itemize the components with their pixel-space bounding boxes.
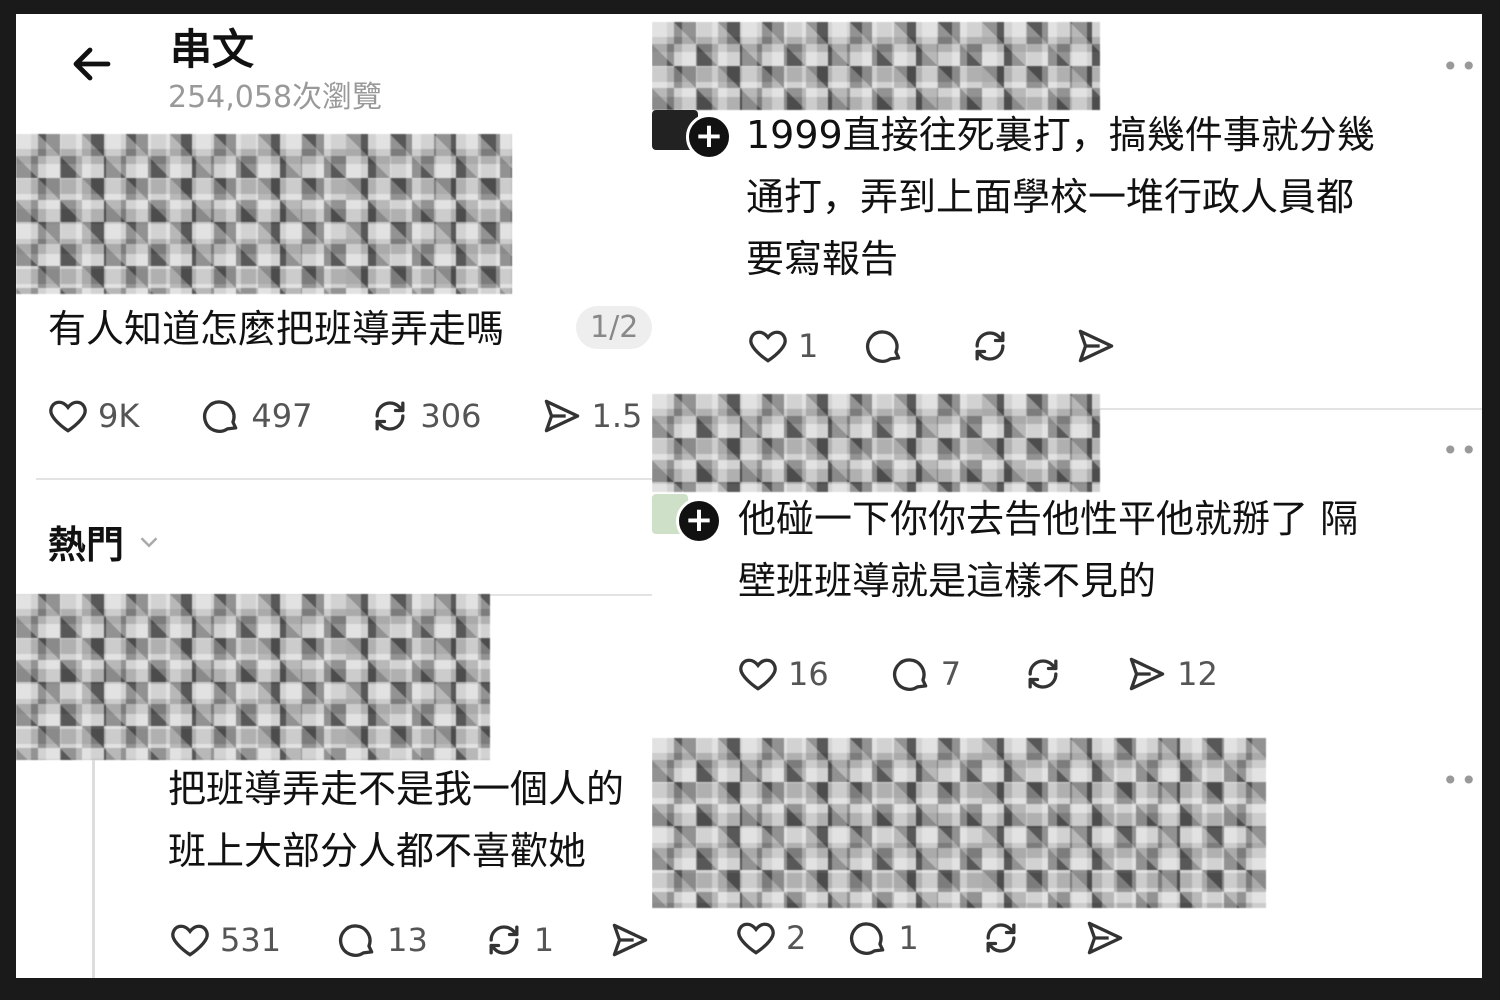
chevron-down-icon <box>140 536 158 548</box>
censored-username <box>652 738 1266 908</box>
comment-button[interactable]: 13 <box>335 918 428 962</box>
repost-icon <box>986 923 1016 953</box>
like-button[interactable]: 16 <box>736 652 829 696</box>
like-count: 16 <box>788 655 829 693</box>
thread-line <box>92 760 95 978</box>
repost-button[interactable] <box>1021 652 1065 696</box>
repost-icon <box>489 925 519 955</box>
view-count: 254,058次瀏覽 <box>168 80 383 115</box>
heart-icon <box>737 922 775 955</box>
like-count: 2 <box>786 919 807 957</box>
like-count: 1 <box>798 327 819 365</box>
share-icon <box>612 923 648 957</box>
heart-icon <box>749 330 787 363</box>
reply-actions: 16 7 12 <box>736 652 1256 696</box>
plus-icon[interactable]: + <box>686 114 732 160</box>
more-icon[interactable]: ••• <box>1442 434 1482 467</box>
share-count: 12 <box>1177 655 1218 693</box>
like-button[interactable]: 531 <box>168 918 281 962</box>
share-button[interactable]: 12 <box>1125 652 1218 696</box>
censored-username <box>652 394 1100 492</box>
post-text: 有人知道怎麼把班導弄走嗎 <box>48 307 505 351</box>
repost-button[interactable]: 1 <box>482 918 554 962</box>
reply-text-line2: 壁班班導就是這樣不見的 <box>738 559 1157 603</box>
plus-icon[interactable]: + <box>676 498 722 544</box>
heart-icon <box>171 924 209 957</box>
right-screenshot-panel: ••• + 1999直接往死裏打，搞幾件事就分幾 通打，弄到上面學校一堆行政人員… <box>652 14 1482 978</box>
more-icon[interactable]: ••• <box>1442 764 1482 797</box>
repost-icon <box>1028 659 1058 689</box>
comment-icon <box>892 658 928 691</box>
share-icon <box>544 399 579 433</box>
left-screenshot-panel: 串文 254,058次瀏覽 有人知道怎麼把班導弄走嗎 1/2 9K 497 30… <box>16 14 654 978</box>
share-icon <box>1129 657 1165 691</box>
like-count: 9K <box>98 397 140 435</box>
heart-icon <box>739 658 777 691</box>
reply-actions: 531 13 1 <box>168 918 654 962</box>
arrow-left-icon <box>73 47 111 81</box>
comment-button[interactable]: 7 <box>889 652 961 696</box>
back-button[interactable] <box>68 40 116 92</box>
like-count: 531 <box>220 921 282 959</box>
sort-label: 熱門 <box>48 523 125 567</box>
reply-text-line1: 把班導弄走不是我一個人的 <box>168 767 625 811</box>
share-icon <box>1079 329 1114 363</box>
censored-username <box>652 22 1100 110</box>
heart-icon <box>49 400 87 433</box>
comment-button[interactable] <box>862 324 906 368</box>
more-icon[interactable]: ••• <box>1442 50 1482 83</box>
sort-dropdown[interactable]: 熱門 <box>48 514 164 569</box>
comment-count: 13 <box>387 921 428 959</box>
comment-count: 1 <box>898 919 919 957</box>
comment-button[interactable]: 497 <box>199 394 312 438</box>
repost-button[interactable] <box>968 324 1012 368</box>
reply-text-line2: 通打，弄到上面學校一堆行政人員都 <box>746 175 1355 219</box>
comment-icon <box>339 924 374 957</box>
repost-button[interactable]: 306 <box>368 394 482 438</box>
reply-text-line3: 要寫報告 <box>746 237 899 281</box>
comment-count: 7 <box>940 655 962 693</box>
like-button[interactable]: 9K <box>46 394 139 438</box>
page-badge: 1/2 <box>576 306 653 349</box>
share-button[interactable] <box>608 918 652 962</box>
repost-icon <box>975 331 1005 361</box>
repost-icon <box>375 401 405 431</box>
reply-text-line1: 他碰一下你你去告他性平他就掰了 隔 <box>738 497 1359 541</box>
post-actions: 9K 497 306 1.5 <box>46 394 654 438</box>
comment-icon <box>850 922 885 955</box>
comment-icon <box>866 330 901 363</box>
censored-username <box>16 134 512 294</box>
reply-text-line1: 1999直接往死裏打，搞幾件事就分幾 <box>746 113 1375 157</box>
share-count: 1.5 <box>591 397 643 435</box>
share-button[interactable] <box>1074 324 1118 368</box>
comment-count: 497 <box>251 397 313 435</box>
page-title: 串文 <box>170 25 255 74</box>
repost-count: 306 <box>420 397 482 435</box>
reply-actions: 2 1 <box>734 916 1165 960</box>
like-button[interactable]: 1 <box>746 324 818 368</box>
repost-button[interactable] <box>979 916 1023 960</box>
like-button[interactable]: 2 <box>734 916 806 960</box>
repost-count: 1 <box>533 921 555 959</box>
share-button[interactable] <box>1083 916 1127 960</box>
divider <box>36 478 654 480</box>
share-icon <box>1087 921 1122 955</box>
comment-icon <box>203 400 238 433</box>
share-button[interactable]: 1.5 <box>540 394 643 438</box>
reply-text-line2: 班上大部分人都不喜歡她 <box>168 829 587 873</box>
comment-button[interactable]: 1 <box>846 916 919 960</box>
reply-actions: 1 <box>746 324 1156 368</box>
censored-username <box>16 594 490 760</box>
